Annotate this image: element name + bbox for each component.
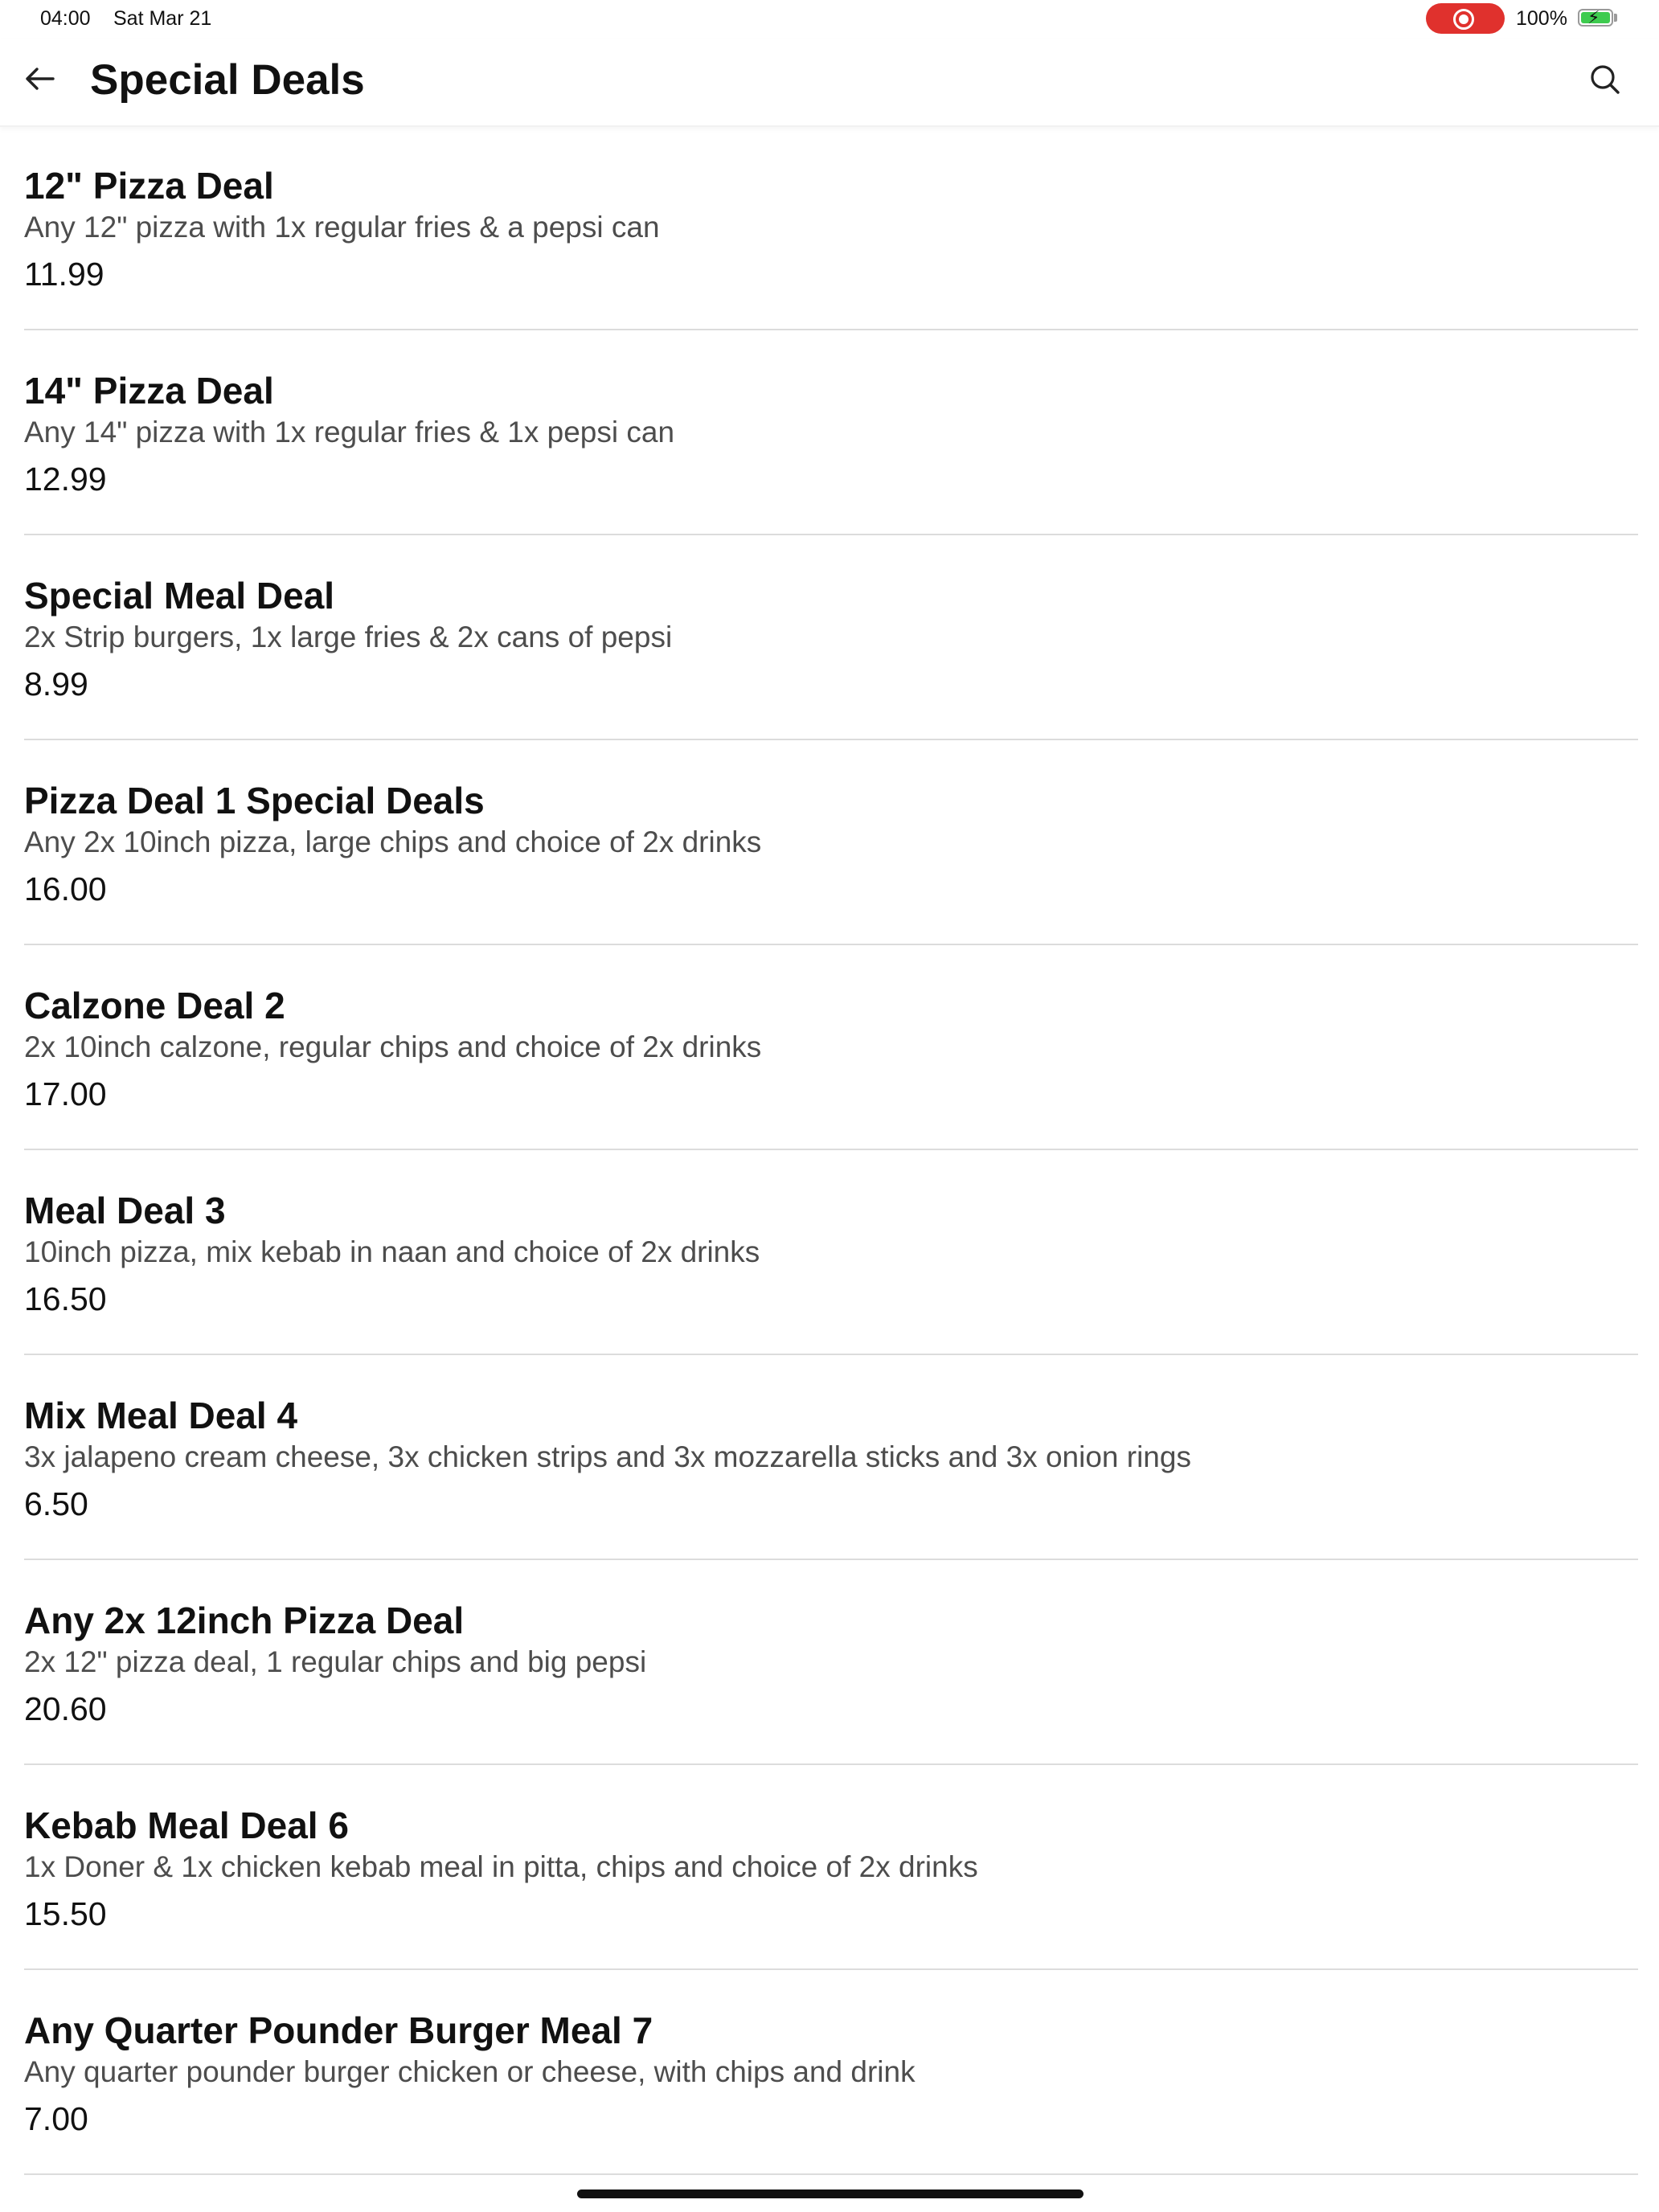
- deal-name: 12" Pizza Deal: [24, 165, 274, 207]
- deal-description: 2x 10inch calzone, regular chips and cho…: [24, 1030, 762, 1063]
- deal-item[interactable]: Kebab Meal Deal 6 1x Doner & 1x chicken …: [24, 1765, 1638, 1970]
- app-bar: Special Deals: [0, 39, 1659, 127]
- deal-item[interactable]: 12" Pizza Deal Any 12" pizza with 1x reg…: [24, 125, 1638, 330]
- deal-name: Any 2x 12inch Pizza Deal: [24, 1600, 465, 1641]
- deal-description: 2x 12" pizza deal, 1 regular chips and b…: [24, 1645, 647, 1678]
- deal-price: 6.50: [24, 1485, 88, 1522]
- deal-item[interactable]: Meal Deal 3 10inch pizza, mix kebab in n…: [24, 1150, 1638, 1355]
- status-date: Sat Mar 21: [113, 7, 212, 30]
- deal-name: Mix Meal Deal 4: [24, 1395, 298, 1436]
- status-bar: 04:00 Sat Mar 21 100% ⚡: [0, 0, 1659, 39]
- deal-price: 12.99: [24, 461, 107, 498]
- arrow-left-icon: [26, 68, 55, 90]
- deal-price: 7.00: [24, 2100, 88, 2137]
- deal-item[interactable]: Special Meal Deal 2x Strip burgers, 1x l…: [24, 535, 1638, 740]
- deal-name: Any Quarter Pounder Burger Meal 7: [24, 2009, 653, 2051]
- deal-item[interactable]: Mix Meal Deal 4 3x jalapeno cream cheese…: [24, 1355, 1638, 1560]
- deal-price: 16.50: [24, 1280, 107, 1317]
- deal-description: Any 2x 10inch pizza, large chips and cho…: [24, 825, 762, 858]
- deal-description: Any 12" pizza with 1x regular fries & a …: [24, 211, 660, 244]
- deal-name: Meal Deal 3: [24, 1190, 226, 1231]
- screen-recording-indicator[interactable]: [1426, 3, 1505, 34]
- deal-item[interactable]: Pizza Deal 1 Special Deals Any 2x 10inch…: [24, 740, 1638, 945]
- deal-price: 11.99: [24, 256, 104, 293]
- deal-name: Pizza Deal 1 Special Deals: [24, 780, 485, 821]
- battery-charging-icon: ⚡: [1578, 7, 1613, 27]
- deal-item[interactable]: Any Quarter Pounder Burger Meal 7 Any qu…: [24, 1970, 1638, 2175]
- search-icon: [1591, 65, 1620, 94]
- deal-item[interactable]: 14" Pizza Deal Any 14" pizza with 1x reg…: [24, 330, 1638, 535]
- deal-name: Calzone Deal 2: [24, 985, 285, 1026]
- deal-name: Special Meal Deal: [24, 575, 335, 616]
- deal-price: 15.50: [24, 1895, 107, 1932]
- deal-description: 1x Doner & 1x chicken kebab meal in pitt…: [24, 1850, 978, 1883]
- deal-item[interactable]: Calzone Deal 2 2x 10inch calzone, regula…: [24, 945, 1638, 1150]
- search-button[interactable]: [1585, 59, 1627, 101]
- page-title: Special Deals: [90, 56, 365, 104]
- home-indicator[interactable]: [577, 2189, 1083, 2198]
- deal-description: 2x Strip burgers, 1x large fries & 2x ca…: [24, 621, 673, 653]
- battery-percentage: 100%: [1516, 7, 1567, 30]
- deal-name: 14" Pizza Deal: [24, 370, 274, 412]
- deal-price: 8.99: [24, 666, 88, 703]
- deal-price: 17.00: [24, 1075, 107, 1112]
- deal-item[interactable]: Any 2x 12inch Pizza Deal 2x 12" pizza de…: [24, 1560, 1638, 1765]
- deal-description: 3x jalapeno cream cheese, 3x chicken str…: [24, 1440, 1191, 1473]
- deal-description: Any 14" pizza with 1x regular fries & 1x…: [24, 416, 675, 449]
- deal-price: 20.60: [24, 1690, 107, 1727]
- deal-price: 16.00: [24, 870, 107, 907]
- deal-description: 10inch pizza, mix kebab in naan and choi…: [24, 1235, 760, 1268]
- status-time: 04:00: [40, 7, 91, 30]
- deal-description: Any quarter pounder burger chicken or ch…: [24, 2055, 916, 2088]
- back-button[interactable]: [18, 56, 63, 101]
- deals-list: 12" Pizza Deal Any 12" pizza with 1x reg…: [24, 125, 1638, 2175]
- deal-name: Kebab Meal Deal 6: [24, 1804, 349, 1846]
